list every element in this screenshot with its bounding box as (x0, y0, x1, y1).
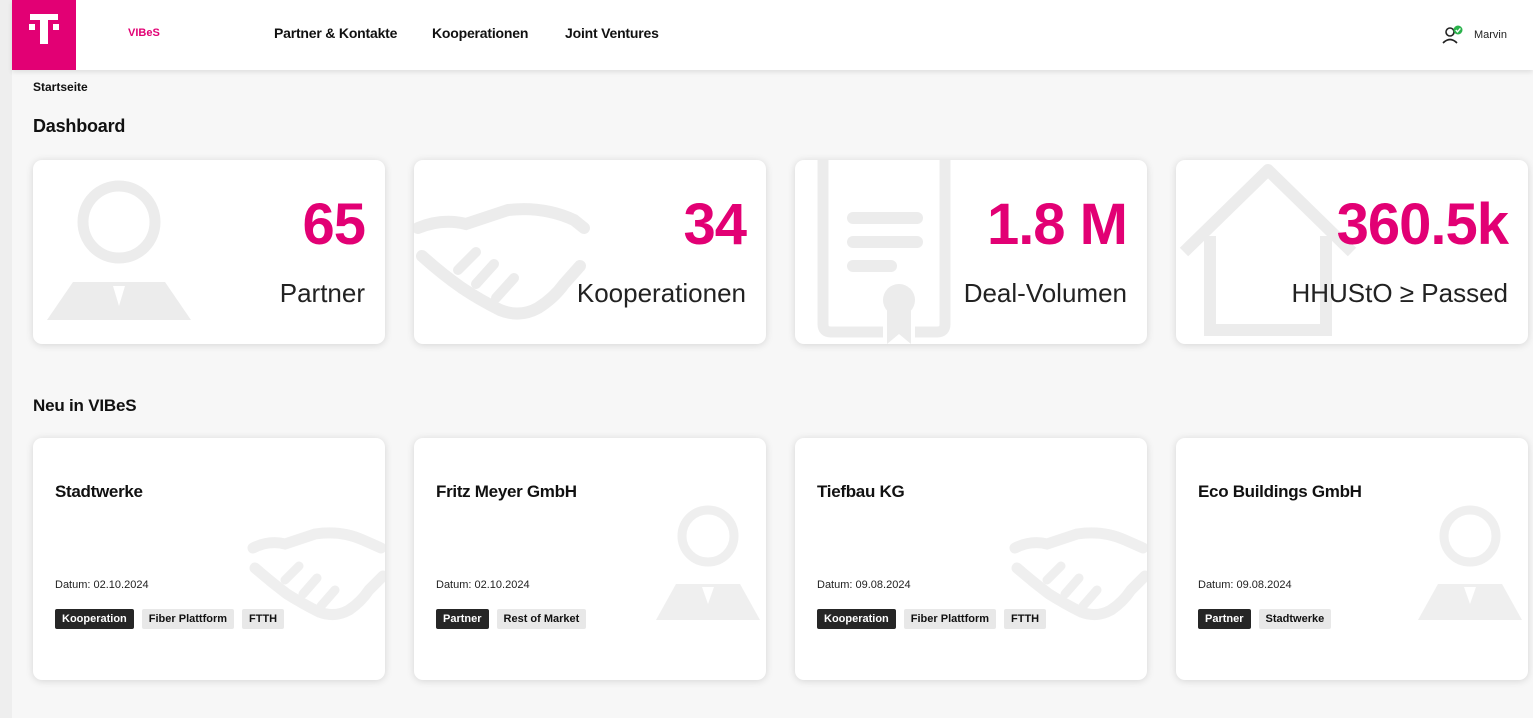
tag[interactable]: Fiber Plattform (141, 609, 235, 629)
dashboard-title: Dashboard (33, 116, 126, 136)
stat-value: 65 (302, 192, 366, 257)
user-status-icon (1442, 25, 1463, 44)
nav-link-partner-kontakte[interactable]: Partner & Kontakte (274, 25, 397, 41)
new-card-title: Fritz Meyer GmbH (436, 482, 577, 501)
left-edge-strip (0, 0, 12, 718)
stat-value: 1.8 M (986, 192, 1128, 257)
handshake-icon (1009, 527, 1147, 621)
tag-list: Kooperation Fiber Plattform FTTH (817, 609, 1047, 629)
new-card-title: Stadtwerke (55, 482, 143, 501)
stat-card-kooperationen[interactable]: 34 Kooperationen (414, 160, 766, 344)
new-card-tiefbau-kg[interactable]: Tiefbau KG Datum: 09.08.2024 Kooperation… (795, 438, 1147, 680)
top-navigation: VIBeS Partner & Kontakte Kooperationen J… (12, 0, 1533, 70)
person-icon (656, 505, 760, 620)
user-name: Marvin (1473, 29, 1507, 41)
new-card-stadtwerke[interactable]: Stadtwerke Datum: 02.10.2024 Kooperation… (33, 438, 385, 680)
stat-card-partner[interactable]: 65 Partner (33, 160, 385, 344)
tag[interactable]: Partner (436, 609, 489, 629)
tag-list: Partner Rest of Market (436, 609, 587, 629)
breadcrumb[interactable]: Startseite (33, 80, 88, 94)
tag[interactable]: Fiber Plattform (903, 609, 997, 629)
stat-label: Partner (279, 278, 365, 308)
stat-card-hhusto-passed[interactable]: 360.5k HHUStO ≥ Passed (1176, 160, 1528, 344)
tag[interactable]: Stadtwerke (1258, 609, 1332, 629)
tag[interactable]: Kooperation (55, 609, 134, 629)
stat-value: 360.5k (1336, 192, 1509, 257)
tag[interactable]: Partner (1198, 609, 1251, 629)
nav-link-kooperationen[interactable]: Kooperationen (432, 25, 528, 41)
new-card-date: Datum: 02.10.2024 (55, 579, 149, 591)
stat-card-deal-volumen[interactable]: 1.8 M Deal-Volumen (795, 160, 1147, 344)
tag-list: Kooperation Fiber Plattform FTTH (55, 609, 285, 629)
new-card-fritz-meyer-gmbh[interactable]: Fritz Meyer GmbH Datum: 02.10.2024 Partn… (414, 438, 766, 680)
tag[interactable]: Kooperation (817, 609, 896, 629)
stat-label: Deal-Volumen (963, 278, 1127, 308)
stat-label: HHUStO ≥ Passed (1291, 278, 1508, 308)
new-card-title: Eco Buildings GmbH (1198, 482, 1362, 501)
stat-label: Kooperationen (576, 278, 746, 308)
nav-brand-vibes[interactable]: VIBeS (128, 27, 160, 39)
new-card-date: Datum: 09.08.2024 (817, 579, 911, 591)
telekom-logo[interactable] (12, 0, 76, 70)
new-card-date: Datum: 02.10.2024 (436, 579, 530, 591)
new-card-eco-buildings-gmbh[interactable]: Eco Buildings GmbH Datum: 09.08.2024 Par… (1176, 438, 1528, 680)
new-card-title: Tiefbau KG (817, 482, 905, 501)
nav-link-joint-ventures[interactable]: Joint Ventures (565, 25, 659, 41)
stat-value: 34 (683, 192, 747, 257)
tag[interactable]: Rest of Market (496, 609, 587, 629)
telekom-t-icon (29, 14, 59, 44)
new-section-title: Neu in VIBeS (33, 396, 137, 415)
new-card-date: Datum: 09.08.2024 (1198, 579, 1292, 591)
tag-list: Partner Stadtwerke (1198, 609, 1332, 629)
handshake-icon (247, 527, 385, 621)
tag[interactable]: FTTH (242, 609, 285, 629)
user-menu[interactable]: Marvin (1442, 25, 1507, 45)
tag[interactable]: FTTH (1004, 609, 1047, 629)
person-icon (1418, 505, 1522, 620)
